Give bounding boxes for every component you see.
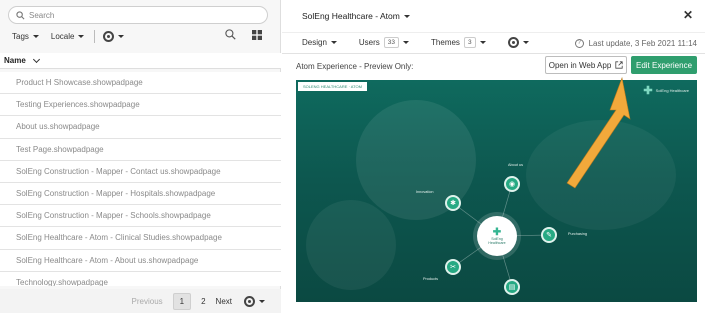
previous-page-button[interactable]: Previous [132,297,163,306]
pagination-settings-dropdown[interactable] [244,295,265,307]
gear-icon [507,37,519,48]
cross-logo-icon: ✚ [492,226,502,238]
name-column-label: Name [4,56,26,65]
next-page-button[interactable]: Next [216,297,232,306]
tab-users[interactable]: Users 33 [358,37,410,48]
experience-title: SolEng Healthcare - Atom [302,11,400,21]
open-in-web-app-label: Open in Web App [548,60,612,70]
list-item[interactable]: SolEng Construction - Mapper - Schools.s… [0,205,281,228]
list-item[interactable]: About us.showpadpage [0,116,281,139]
detail-panel: SolEng Healthcare - Atom ✕ Design Users … [282,0,705,313]
caret-down-icon [78,34,85,38]
divider [282,53,705,54]
themes-count-badge: 3 [463,37,476,48]
products-node[interactable]: ✂ [445,259,461,275]
search-input[interactable] [29,10,249,20]
search-icon [16,10,25,19]
last-update-text: Last update, 3 Feb 2021 11:14 [588,39,697,48]
edit-experience-button[interactable]: Edit Experience [631,56,697,74]
caret-down-icon [479,41,486,44]
users-count-badge: 33 [383,37,400,48]
search-box[interactable] [8,6,268,24]
tab-design-label: Design [302,38,327,47]
products-label: Products [423,277,438,281]
innovation-label: Innovation [416,190,434,194]
locale-label: Locale [50,31,75,41]
tags-label: Tags [12,31,29,41]
open-in-web-app-button[interactable]: Open in Web App [545,56,627,74]
list-item[interactable]: Test Page.showpadpage [0,138,281,161]
list-item[interactable]: Testing Experiences.showpadpage [0,94,281,117]
tab-users-label: Users [358,38,380,47]
detail-tabs: Design Users 33 Themes 3 ? Last update, … [282,32,705,52]
left-panel: Tags Locale Name Product H Showcase.show… [0,0,281,313]
preview-label: Atom Experience - Preview Only: [296,62,414,71]
tab-themes-label: Themes [431,38,460,47]
view-tools [209,29,262,40]
experience-preview: SOLENG HEALTHCARE · ATOM ✚ SolEng Health… [296,80,697,302]
tags-dropdown[interactable]: Tags [12,32,39,41]
external-link-icon [615,61,623,69]
list-item[interactable]: Technology.showpadpage [0,271,281,286]
edit-experience-label: Edit Experience [635,60,693,70]
purchasing-label: Purchasing [568,232,587,236]
caret-down-icon [118,34,125,38]
caret-down-icon [522,41,529,44]
gear-icon [244,295,255,307]
search-icon[interactable] [225,29,236,40]
tab-design[interactable]: Design [302,38,337,47]
list-item[interactable]: Product H Showcase.showpadpage [0,72,281,95]
close-icon[interactable]: ✕ [683,9,693,21]
detail-header: SolEng Healthcare - Atom [282,0,705,32]
list-item[interactable]: SolEng Healthcare - Atom - About us.show… [0,249,281,272]
caret-down-icon [259,299,265,303]
caret-down-icon [330,41,337,44]
about-us-node[interactable]: ◉ [504,176,520,192]
chevron-down-icon [32,55,40,63]
experience-title-dropdown[interactable]: SolEng Healthcare - Atom [302,11,410,21]
list-item[interactable]: SolEng Healthcare - Atom - Clinical Stud… [0,227,281,250]
name-column-header[interactable]: Name [0,53,281,69]
about-us-label: About us [508,163,523,167]
innovation-node[interactable]: ✱ [445,195,461,211]
locale-dropdown[interactable]: Locale [51,32,85,41]
purchasing-node[interactable]: ✎ [541,227,557,243]
page-button[interactable]: 2 [201,297,205,306]
caret-down-icon [32,34,39,38]
caret-down-icon [403,14,410,18]
help-icon[interactable]: ? [574,39,584,48]
filter-bar: Tags Locale [12,29,272,43]
tab-themes[interactable]: Themes 3 [431,37,486,48]
pagination: Previous 1 2 Next [0,289,281,313]
divider [94,29,96,43]
extra-node[interactable]: ▤ [504,279,520,295]
list-item[interactable]: SolEng Construction - Mapper - Hospitals… [0,182,281,206]
last-update: ? Last update, 3 Feb 2021 11:14 [574,39,697,48]
page-list: Product H Showcase.showpadpage Testing E… [0,72,281,286]
list-item[interactable]: SolEng Construction - Mapper - Contact u… [0,160,281,183]
settings-dropdown[interactable] [103,30,125,42]
caret-down-icon [403,41,410,44]
tab-settings[interactable] [507,37,529,48]
connector-lines [452,183,551,287]
gear-icon [103,30,115,42]
page-button-current[interactable]: 1 [172,292,192,310]
hub-line-2: Healthcare [488,240,506,245]
center-hub[interactable]: ✚ SolEng Healthcare [477,216,517,256]
grid-view-icon[interactable] [252,29,262,40]
